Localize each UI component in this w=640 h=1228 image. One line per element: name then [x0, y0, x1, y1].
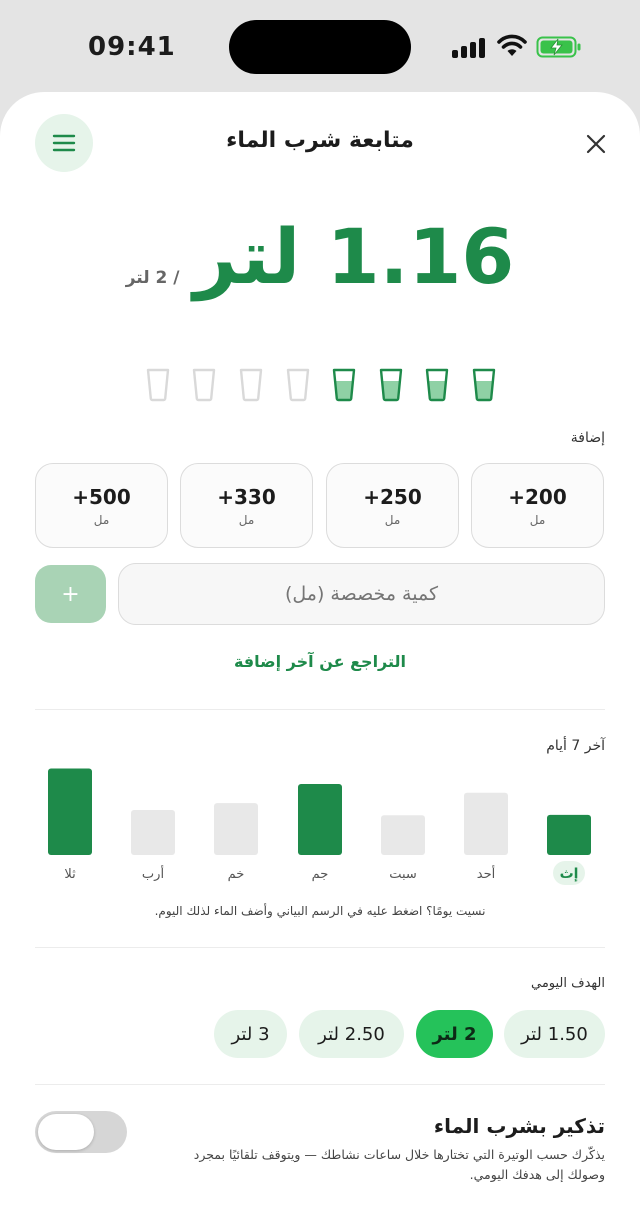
chart-day-label[interactable]: جم: [312, 867, 329, 882]
chart-bar[interactable]: [298, 784, 342, 855]
goal-option-1-5l[interactable]: 1.50 لتر: [504, 1010, 605, 1058]
cup-empty-icon[interactable]: [239, 368, 263, 402]
chart-bar[interactable]: [214, 803, 258, 855]
custom-amount-input[interactable]: [118, 563, 605, 625]
goal-option-label: 1.50 لتر: [521, 1023, 588, 1045]
dynamic-island: [229, 20, 411, 74]
plus-icon: +: [61, 581, 80, 607]
intake-goal: / 2 لتر: [125, 268, 180, 288]
add-330ml-button[interactable]: +330 مل: [180, 463, 313, 548]
quick-add-unit: مل: [529, 512, 546, 527]
cup-filled-icon[interactable]: [379, 368, 403, 402]
cup-empty-icon[interactable]: [192, 368, 216, 402]
reminder-toggle[interactable]: [35, 1111, 127, 1153]
chart-day-label[interactable]: أرب: [142, 865, 164, 882]
quick-add-value: +200: [508, 484, 567, 509]
menu-button[interactable]: [35, 114, 93, 172]
divider: [35, 1084, 605, 1085]
chart-day-label[interactable]: خم: [228, 867, 245, 882]
cup-empty-icon[interactable]: [146, 368, 170, 402]
cup-filled-icon[interactable]: [472, 368, 496, 402]
wifi-icon: [497, 34, 527, 56]
reminder-description: يذكّرك حسب الوتيرة التي تختارها خلال ساع…: [193, 1147, 605, 1182]
chart-day-label[interactable]: ثلا: [64, 867, 76, 882]
toggle-knob: [38, 1114, 94, 1150]
daily-goal-label: الهدف اليومي: [530, 976, 605, 991]
chart-day-label[interactable]: سبت: [389, 867, 417, 882]
chart-bar[interactable]: [547, 814, 591, 855]
cup-empty-icon[interactable]: [286, 368, 310, 402]
cup-filled-icon[interactable]: [332, 368, 356, 402]
add-custom-button[interactable]: +: [35, 565, 106, 623]
goal-option-label: 3 لتر: [231, 1023, 270, 1045]
goal-option-3l[interactable]: 3 لتر: [214, 1010, 287, 1058]
close-button[interactable]: [580, 128, 612, 160]
history-label: آخر 7 أيام: [546, 738, 605, 754]
add-500ml-button[interactable]: +500 مل: [35, 463, 168, 548]
quick-add-unit: مل: [384, 512, 401, 527]
water-tracker-sheet: متابعة شرب الماء 1.16 لتر / 2 لتر إضافة +…: [0, 92, 640, 1228]
cups-progress: [0, 368, 640, 410]
chart-hint: نسيت يومًا؟ اضغط عليه في الرسم البياني و…: [154, 904, 486, 918]
goal-option-label: 2.50 لتر: [318, 1023, 385, 1045]
status-time: 09:41: [88, 32, 176, 62]
battery-charging-icon: [536, 36, 581, 58]
goal-option-2-5l[interactable]: 2.50 لتر: [299, 1010, 404, 1058]
close-icon: [586, 134, 606, 154]
undo-last-add-link[interactable]: التراجع عن آخر إضافة: [0, 652, 640, 671]
add-250ml-button[interactable]: +250 مل: [326, 463, 459, 548]
chart-day-label[interactable]: أحد: [477, 865, 495, 882]
chart-bar[interactable]: [48, 768, 92, 855]
quick-add-unit: مل: [93, 512, 110, 527]
chart-bar[interactable]: [464, 792, 508, 855]
menu-icon: [52, 134, 76, 152]
chart-bar[interactable]: [381, 815, 425, 855]
goal-option-2l[interactable]: 2 لتر: [416, 1010, 493, 1058]
quick-add-unit: مل: [238, 512, 255, 527]
intake-amount: 1.16 لتر: [193, 212, 516, 301]
page-title: متابعة شرب الماء: [226, 128, 414, 153]
goal-option-label: 2 لتر: [432, 1023, 477, 1045]
add-200ml-button[interactable]: +200 مل: [471, 463, 604, 548]
divider: [35, 947, 605, 948]
divider: [35, 709, 605, 710]
status-bar: 09:41: [0, 0, 640, 92]
quick-add-value: +500: [72, 484, 131, 509]
cellular-signal-icon: [452, 36, 488, 58]
quick-add-value: +250: [363, 484, 422, 509]
intake-display: 1.16 لتر / 2 لتر: [0, 212, 640, 312]
reminder-title: تذكير بشرب الماء: [433, 1114, 605, 1138]
cup-filled-icon[interactable]: [425, 368, 449, 402]
chart-day-label[interactable]: إث: [560, 866, 579, 882]
chart-bar[interactable]: [131, 810, 175, 855]
weekly-chart: إث أحد سبت جم خم أرب ثلا: [48, 768, 591, 885]
quick-add-value: +330: [217, 484, 276, 509]
add-section-label: إضافة: [570, 430, 605, 446]
